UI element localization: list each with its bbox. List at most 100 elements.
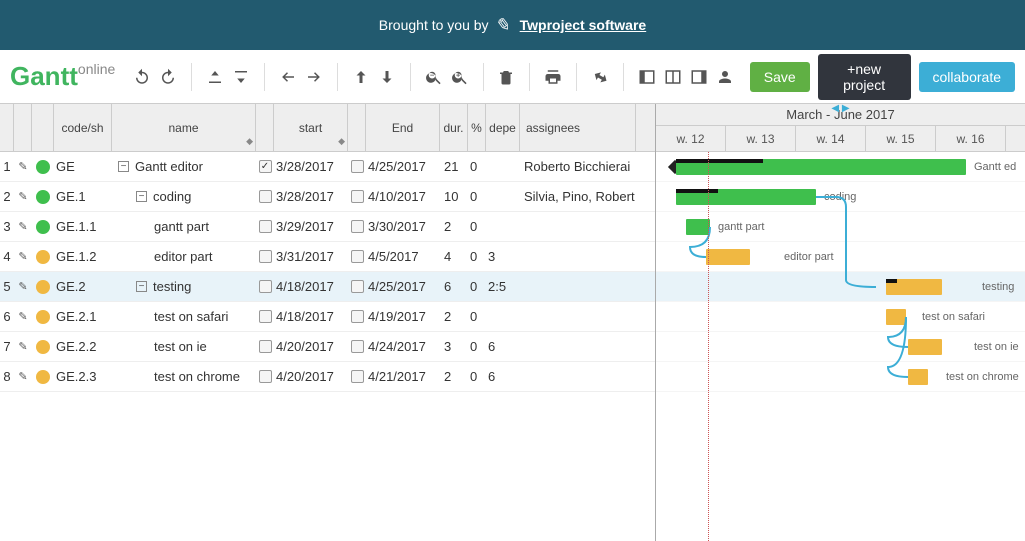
duration-cell[interactable]: 21 bbox=[440, 152, 468, 181]
undo-button[interactable] bbox=[133, 66, 151, 88]
collaborate-button[interactable]: collaborate bbox=[919, 62, 1016, 92]
move-down-button[interactable] bbox=[378, 66, 396, 88]
milestone-start-cell[interactable] bbox=[256, 332, 274, 361]
code-cell[interactable]: GE.2.3 bbox=[54, 362, 112, 391]
status-cell[interactable] bbox=[32, 182, 54, 211]
progress-cell[interactable]: 0 bbox=[468, 182, 486, 211]
task-row[interactable]: 1✎GE−Gantt editor3/28/20174/25/2017210Ro… bbox=[0, 152, 655, 182]
expander-icon[interactable]: − bbox=[136, 191, 147, 202]
code-cell[interactable]: GE.2.2 bbox=[54, 332, 112, 361]
assignees-cell[interactable]: Roberto Bicchierai bbox=[520, 152, 636, 181]
insert-below-button[interactable] bbox=[232, 66, 250, 88]
name-cell[interactable]: test on ie bbox=[112, 332, 256, 361]
depends-cell[interactable]: 3 bbox=[486, 242, 520, 271]
edit-row-button[interactable]: ✎ bbox=[14, 182, 32, 211]
assignees-cell[interactable]: Silvia, Pino, Robert bbox=[520, 182, 636, 211]
edit-row-button[interactable]: ✎ bbox=[14, 332, 32, 361]
start-date-cell[interactable]: 4/18/2017 bbox=[274, 302, 348, 331]
name-cell[interactable]: −coding bbox=[112, 182, 256, 211]
end-date-cell[interactable]: 4/21/2017 bbox=[366, 362, 440, 391]
start-date-cell[interactable]: 3/29/2017 bbox=[274, 212, 348, 241]
name-cell[interactable]: test on safari bbox=[112, 302, 256, 331]
gantt-row[interactable]: coding bbox=[656, 182, 1025, 212]
header-start[interactable]: start◆ bbox=[274, 104, 348, 151]
assignees-cell[interactable] bbox=[520, 302, 636, 331]
status-cell[interactable] bbox=[32, 152, 54, 181]
progress-cell[interactable]: 0 bbox=[468, 362, 486, 391]
start-date-cell[interactable]: 4/18/2017 bbox=[274, 272, 348, 301]
start-date-cell[interactable]: 3/28/2017 bbox=[274, 152, 348, 181]
banner-link[interactable]: Twproject software bbox=[520, 17, 647, 33]
end-date-cell[interactable]: 4/24/2017 bbox=[366, 332, 440, 361]
milestone-start-cell[interactable] bbox=[256, 272, 274, 301]
assignees-cell[interactable] bbox=[520, 272, 636, 301]
code-cell[interactable]: GE bbox=[54, 152, 112, 181]
milestone-start-cell[interactable] bbox=[256, 362, 274, 391]
depends-cell[interactable] bbox=[486, 152, 520, 181]
print-button[interactable] bbox=[544, 66, 562, 88]
assignees-cell[interactable] bbox=[520, 242, 636, 271]
milestone-start-cell[interactable] bbox=[256, 152, 274, 181]
end-date-cell[interactable]: 4/25/2017 bbox=[366, 272, 440, 301]
indent-button[interactable] bbox=[305, 66, 323, 88]
assignees-cell[interactable] bbox=[520, 362, 636, 391]
task-bar[interactable] bbox=[886, 309, 906, 325]
status-cell[interactable] bbox=[32, 212, 54, 241]
status-cell[interactable] bbox=[32, 242, 54, 271]
zoom-in-button[interactable] bbox=[451, 66, 469, 88]
progress-cell[interactable]: 0 bbox=[468, 272, 486, 301]
task-bar[interactable] bbox=[686, 219, 710, 235]
milestone-start-cell[interactable] bbox=[256, 182, 274, 211]
start-date-cell[interactable]: 4/20/2017 bbox=[274, 332, 348, 361]
code-cell[interactable]: GE.1.2 bbox=[54, 242, 112, 271]
progress-cell[interactable]: 0 bbox=[468, 152, 486, 181]
task-bar[interactable] bbox=[676, 189, 816, 205]
critical-path-button[interactable] bbox=[591, 66, 609, 88]
move-up-button[interactable] bbox=[352, 66, 370, 88]
sort-icon[interactable]: ◆ bbox=[338, 136, 345, 147]
edit-row-button[interactable]: ✎ bbox=[14, 272, 32, 301]
code-cell[interactable]: GE.2.1 bbox=[54, 302, 112, 331]
task-row[interactable]: 7✎GE.2.2test on ie4/20/20174/24/2017306 bbox=[0, 332, 655, 362]
gantt-body[interactable]: Gantt edcodinggantt parteditor parttesti… bbox=[656, 152, 1025, 541]
outdent-button[interactable] bbox=[279, 66, 297, 88]
task-row[interactable]: 4✎GE.1.2editor part3/31/20174/5/2017403 bbox=[0, 242, 655, 272]
gantt-row[interactable]: gantt part bbox=[656, 212, 1025, 242]
expander-icon[interactable]: − bbox=[136, 281, 147, 292]
task-row[interactable]: 5✎GE.2−testing4/18/20174/25/2017602:5 bbox=[0, 272, 655, 302]
start-date-cell[interactable]: 3/28/2017 bbox=[274, 182, 348, 211]
progress-cell[interactable]: 0 bbox=[468, 212, 486, 241]
depends-cell[interactable] bbox=[486, 212, 520, 241]
gantt-row[interactable]: test on ie bbox=[656, 332, 1025, 362]
depends-cell[interactable]: 2:5 bbox=[486, 272, 520, 301]
status-cell[interactable] bbox=[32, 332, 54, 361]
milestone-end-cell[interactable] bbox=[348, 362, 366, 391]
header-duration[interactable]: dur. bbox=[440, 104, 468, 151]
zoom-out-button[interactable] bbox=[425, 66, 443, 88]
gantt-row[interactable]: test on safari bbox=[656, 302, 1025, 332]
code-cell[interactable]: GE.1 bbox=[54, 182, 112, 211]
gantt-row[interactable]: Gantt ed bbox=[656, 152, 1025, 182]
task-row[interactable]: 2✎GE.1−coding3/28/20174/10/2017100Silvia… bbox=[0, 182, 655, 212]
task-bar[interactable] bbox=[886, 279, 942, 295]
start-date-cell[interactable]: 4/20/2017 bbox=[274, 362, 348, 391]
resources-button[interactable] bbox=[716, 66, 734, 88]
header-code[interactable]: code/sh bbox=[54, 104, 112, 151]
milestone-end-cell[interactable] bbox=[348, 212, 366, 241]
header-progress[interactable]: % bbox=[468, 104, 486, 151]
gantt-row[interactable]: test on chrome bbox=[656, 362, 1025, 392]
milestone-end-cell[interactable] bbox=[348, 302, 366, 331]
edit-row-button[interactable]: ✎ bbox=[14, 212, 32, 241]
progress-cell[interactable]: 0 bbox=[468, 302, 486, 331]
duration-cell[interactable]: 4 bbox=[440, 242, 468, 271]
code-cell[interactable]: GE.1.1 bbox=[54, 212, 112, 241]
depends-cell[interactable] bbox=[486, 302, 520, 331]
split-right-button[interactable] bbox=[690, 66, 708, 88]
task-bar[interactable] bbox=[908, 369, 928, 385]
depends-cell[interactable]: 6 bbox=[486, 332, 520, 361]
duration-cell[interactable]: 2 bbox=[440, 362, 468, 391]
header-end[interactable]: End bbox=[366, 104, 440, 151]
status-cell[interactable] bbox=[32, 272, 54, 301]
name-cell[interactable]: test on chrome bbox=[112, 362, 256, 391]
task-bar[interactable] bbox=[908, 339, 942, 355]
